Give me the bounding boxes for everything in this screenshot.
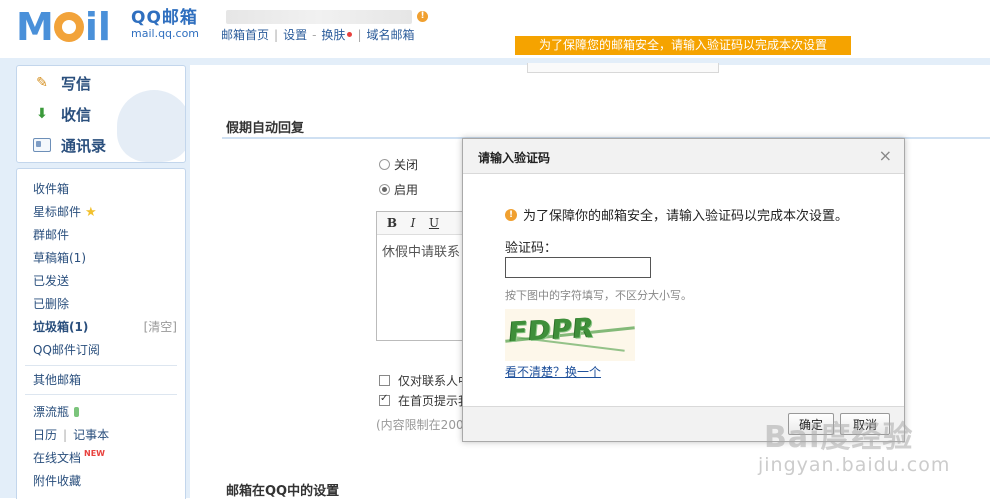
radio-on[interactable] [379,184,390,195]
sidebar-folder-list: 收件箱 星标邮件 ★ 群邮件 草稿箱(1) 已发送 已删除 垃圾箱(1) [清空]… [16,168,186,499]
warning-icon[interactable]: ! [417,11,428,22]
sidebar-item-subscribe[interactable]: QQ邮件订阅 [33,341,100,358]
nav-domain-link[interactable]: 域名邮箱 [366,26,414,43]
penguin-decoration-icon [117,90,185,162]
sidebar-item-deleted[interactable]: 已删除 [33,295,69,312]
nav-home-link[interactable]: 邮箱首页 [221,26,269,43]
refresh-captcha-link[interactable]: 看不清楚？换一个 [505,363,601,380]
sidebar-item-inbox[interactable]: 收件箱 [33,180,69,197]
sidebar-quick-actions: ✎ 写信 ⬇ 收信 通讯录 [16,65,186,163]
star-icon: ★ [85,205,97,220]
nav-skin-link[interactable]: 换肤 [321,26,345,43]
qq-mail-logo[interactable]: Mil [16,6,111,46]
sidebar-item-drafts[interactable]: 草稿箱(1) [33,249,86,266]
new-badge: NEW [84,449,105,458]
vacation-reply-title: 假期自动回复 [226,121,305,136]
logo-text: QQ邮箱 mail.qq.com [131,8,199,40]
sidebar-item-sent[interactable]: 已发送 [33,272,69,289]
homepage-tip-row[interactable]: 在首页提示我 [379,392,470,409]
bold-button[interactable]: B [383,215,401,231]
top-box-edge [527,63,719,73]
header: Mil QQ邮箱 mail.qq.com ! 邮箱首页 | 设置 - 换肤 | … [0,0,990,62]
close-icon[interactable]: × [879,146,892,165]
homepage-tip-checkbox[interactable] [379,393,390,406]
dialog-header: 请输入验证码 × [463,139,904,174]
contacts-only-row[interactable]: 仅对联系人中 [379,372,470,389]
sidebar-item-spam[interactable]: 垃圾箱(1) [33,318,88,335]
logo-circle-icon [53,12,84,42]
sidebar-item-calendar[interactable]: 日历 [33,428,57,442]
contacts-button[interactable]: 通讯录 [33,130,106,160]
sidebar-divider [25,365,177,366]
radio-on-row[interactable]: 启用 [379,181,418,198]
captcha-tip: 按下图中的字符填写，不区分大小写。 [505,289,692,302]
sidebar-item-notes[interactable]: 记事本 [73,428,109,442]
bottle-icon [74,407,80,417]
contact-card-icon [33,138,51,152]
warning-icon: ! [505,208,517,221]
clear-spam-link[interactable]: [清空] [144,318,177,335]
sidebar-item-docs[interactable]: 在线文档 NEW [33,449,105,466]
captcha-dialog: 请输入验证码 × ! 为了保障你的邮箱安全，请输入验证码以完成本次设置。 验证码… [462,138,905,442]
dialog-footer: 确定 取消 [463,406,904,441]
sidebar-divider [25,394,177,395]
confirm-button[interactable]: 确定 [788,413,834,435]
nav-settings-link[interactable]: 设置 [283,26,307,43]
radio-off-row[interactable]: 关闭 [379,156,418,173]
sidebar-item-calendar-notes: 日历 | 记事本 [33,428,110,442]
sidebar-item-other[interactable]: 其他邮箱 [33,371,81,388]
compose-button[interactable]: ✎ 写信 [33,68,91,98]
sidebar-item-starred[interactable]: 星标邮件 ★ [33,203,97,220]
radio-off[interactable] [379,159,390,170]
pencil-icon: ✎ [36,75,48,91]
dialog-title: 请输入验证码 [478,151,551,165]
security-notice-bar: 为了保障您的邮箱安全，请输入验证码以完成本次设置 [515,36,851,55]
underline-button[interactable]: U [425,215,443,231]
contacts-only-checkbox[interactable] [379,375,390,386]
dialog-warning: ! 为了保障你的邮箱安全，请输入验证码以完成本次设置。 [505,205,848,224]
italic-button[interactable]: I [404,215,422,231]
content-limit-hint: (内容限制在200 [376,418,464,432]
captcha-text: FDPR [507,312,597,349]
captcha-image: FDPR [505,309,635,361]
captcha-input[interactable] [505,257,651,278]
sidebar-item-bottle[interactable]: 漂流瓶 [33,403,80,420]
sidebar-item-group[interactable]: 群邮件 [33,226,69,243]
captcha-label: 验证码： [505,241,558,256]
cancel-button[interactable]: 取消 [840,413,890,435]
top-nav: 邮箱首页 | 设置 - 换肤 | 域名邮箱 [221,26,415,43]
logo-url: mail.qq.com [131,27,200,40]
username-blurred [226,10,412,24]
receive-button[interactable]: ⬇ 收信 [33,99,91,129]
sidebar-item-attachments[interactable]: 附件收藏 [33,472,81,489]
qq-settings-title: 邮箱在QQ中的设置 [226,484,340,499]
new-dot-icon [347,32,353,37]
download-icon: ⬇ [36,106,48,122]
logo-title: QQ邮箱 [131,8,198,28]
